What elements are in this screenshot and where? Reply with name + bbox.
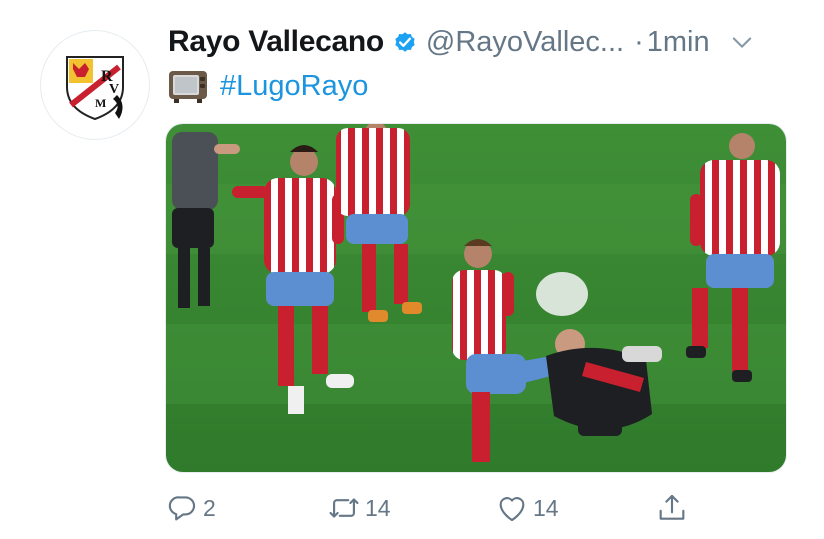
rayo-vallecano-crest-icon: R V M xyxy=(66,56,124,121)
separator-dot: · xyxy=(634,25,644,58)
tweet-header: Rayo Vallecano @RayoVallec... · 1min xyxy=(168,22,808,62)
reply-button[interactable]: 2 xyxy=(165,488,216,528)
like-button[interactable]: 14 xyxy=(495,488,559,528)
chevron-down-icon[interactable] xyxy=(728,28,756,56)
display-name[interactable]: Rayo Vallecano xyxy=(168,25,384,59)
retweet-count: 14 xyxy=(365,494,391,521)
tweet-text: #LugoRayo xyxy=(168,66,368,106)
tweet-media-image[interactable] xyxy=(165,123,787,473)
hashtag-link[interactable]: #LugoRayo xyxy=(220,70,368,103)
timestamp[interactable]: 1min xyxy=(647,26,710,59)
tweet-actions: 2 14 14 xyxy=(165,488,705,528)
reply-count: 2 xyxy=(203,494,216,521)
avatar[interactable]: R V M xyxy=(40,30,150,140)
reply-icon xyxy=(165,491,199,525)
retweet-icon xyxy=(327,491,361,525)
retweet-button[interactable]: 14 xyxy=(327,488,391,528)
like-count: 14 xyxy=(533,494,559,521)
television-emoji-icon xyxy=(168,68,208,104)
share-icon xyxy=(655,491,689,525)
user-handle[interactable]: @RayoVallec... xyxy=(426,26,624,59)
svg-text:M: M xyxy=(95,96,106,110)
heart-icon xyxy=(495,491,529,525)
verified-badge-icon xyxy=(392,29,418,55)
svg-text:V: V xyxy=(109,82,119,97)
share-button[interactable] xyxy=(655,488,689,528)
